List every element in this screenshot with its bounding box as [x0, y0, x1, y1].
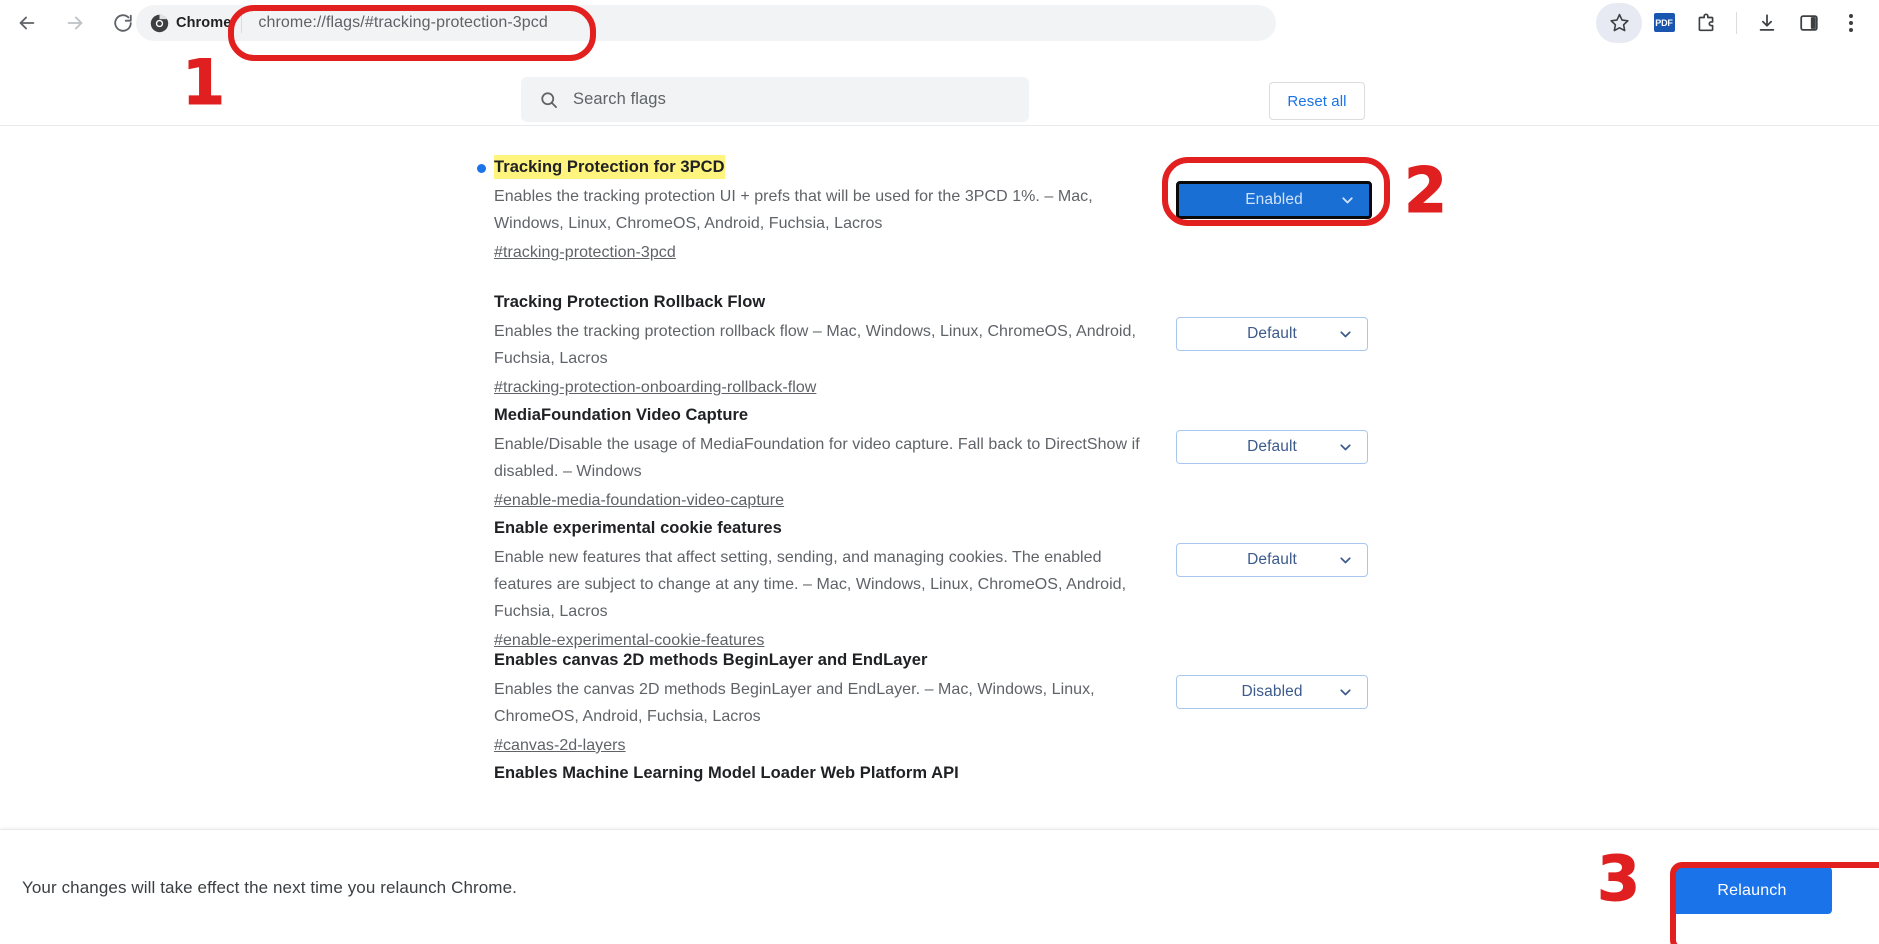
reload-icon	[114, 13, 132, 32]
chevron-down-icon	[1337, 552, 1354, 569]
toolbar-right-icons: PDF	[1596, 0, 1871, 45]
chevron-down-icon	[1337, 684, 1354, 701]
navigation-buttons	[6, 2, 144, 44]
search-flags-input[interactable]: Search flags	[521, 77, 1029, 122]
flag-title: Enable experimental cookie features	[494, 519, 782, 537]
search-icon	[539, 90, 559, 110]
forward-button[interactable]	[54, 2, 96, 44]
chrome-logo-icon	[150, 14, 169, 33]
flag-description: Enables the canvas 2D methods BeginLayer…	[494, 681, 1095, 725]
flag-select-value: Disabled	[1241, 683, 1303, 700]
flag-select-media-foundation-video-capture[interactable]: Default	[1176, 430, 1368, 464]
flag-select-tracking-protection-rollback[interactable]: Default	[1176, 317, 1368, 351]
flag-id-link[interactable]: #canvas-2d-layers	[494, 733, 626, 758]
flags-search-row: Search flags Reset all	[0, 61, 1879, 122]
flag-row: Enables canvas 2D methods BeginLayer and…	[0, 648, 1879, 758]
flag-text-block: Tracking Protection Rollback Flow Enable…	[494, 290, 1154, 400]
flag-description: Enable/Disable the usage of MediaFoundat…	[494, 436, 1140, 480]
flag-text-block: Enables Machine Learning Model Loader We…	[494, 761, 1154, 785]
header-divider	[0, 125, 1879, 126]
downloads-icon	[1759, 13, 1775, 31]
flag-select-tracking-protection-3pcd[interactable]: Enabled	[1176, 181, 1372, 219]
extensions-puzzle-icon	[1698, 12, 1714, 31]
flag-title: MediaFoundation Video Capture	[494, 406, 749, 424]
flag-description: Enable new features that affect setting,…	[494, 549, 1127, 620]
flag-select-canvas-2d-layers[interactable]: Disabled	[1176, 675, 1368, 709]
downloads-button[interactable]	[1747, 3, 1787, 43]
toolbar-divider	[1736, 11, 1737, 34]
pdf-icon: PDF	[1653, 13, 1675, 32]
bookmark-star-button[interactable]	[1596, 2, 1642, 43]
relaunch-bar: Your changes will take effect the next t…	[0, 829, 1879, 944]
relaunch-button[interactable]: Relaunch	[1672, 867, 1832, 914]
back-button[interactable]	[6, 2, 48, 44]
flag-row: MediaFoundation Video Capture Enable/Dis…	[0, 403, 1879, 513]
flag-row: Tracking Protection for 3PCD Enables the…	[0, 155, 1879, 265]
arrow-right-icon	[67, 16, 83, 29]
omnibox-chip-label: Chrome	[176, 15, 232, 31]
flag-title: Enables Machine Learning Model Loader We…	[494, 764, 959, 782]
browser-toolbar: Chrome chrome://flags/#tracking-protecti…	[0, 0, 1879, 45]
chrome-flags-page: Search flags Reset all Tracking Protecti…	[0, 45, 1879, 944]
flag-select-value: Default	[1247, 325, 1297, 342]
chevron-down-icon	[1339, 192, 1356, 209]
side-panel-icon	[1800, 14, 1818, 31]
omnibox-site-chip[interactable]: Chrome	[136, 5, 241, 41]
flag-row: Enables Machine Learning Model Loader We…	[0, 761, 1879, 785]
flag-id-link[interactable]: #tracking-protection-3pcd	[494, 240, 676, 265]
flag-title: Tracking Protection for 3PCD	[494, 155, 725, 179]
flag-description: Enables the tracking protection rollback…	[494, 323, 1136, 367]
flag-select-value: Default	[1247, 438, 1297, 455]
chevron-down-icon	[1337, 326, 1354, 343]
more-menu-button[interactable]	[1831, 3, 1871, 43]
flag-modified-dot-icon	[477, 164, 486, 173]
flag-text-block: Tracking Protection for 3PCD Enables the…	[477, 155, 1154, 265]
flag-select-value: Default	[1247, 551, 1297, 568]
more-menu-icon	[1849, 13, 1853, 32]
flag-title: Enables canvas 2D methods BeginLayer and…	[494, 651, 928, 669]
flag-id-link[interactable]: #enable-media-foundation-video-capture	[494, 488, 784, 513]
flag-description: Enables the tracking protection UI + pre…	[494, 188, 1093, 232]
search-flags-placeholder: Search flags	[573, 90, 666, 108]
flag-title: Tracking Protection Rollback Flow	[494, 293, 766, 311]
reset-all-button[interactable]: Reset all	[1269, 82, 1365, 120]
flag-select-value: Enabled	[1245, 191, 1303, 208]
flag-text-block: MediaFoundation Video Capture Enable/Dis…	[494, 403, 1154, 513]
address-bar[interactable]: Chrome chrome://flags/#tracking-protecti…	[136, 5, 1276, 41]
flag-text-block: Enables canvas 2D methods BeginLayer and…	[494, 648, 1154, 758]
arrow-left-icon	[19, 16, 35, 29]
star-icon	[1609, 13, 1629, 32]
extensions-button[interactable]	[1686, 3, 1726, 43]
flag-row: Enable experimental cookie features Enab…	[0, 516, 1879, 653]
side-panel-button[interactable]	[1789, 3, 1829, 43]
chevron-down-icon	[1337, 439, 1354, 456]
omnibox-url-text[interactable]: chrome://flags/#tracking-protection-3pcd	[242, 14, 547, 32]
flag-id-link[interactable]: #tracking-protection-onboarding-rollback…	[494, 375, 816, 400]
relaunch-message: Your changes will take effect the next t…	[22, 878, 517, 897]
flag-row: Tracking Protection Rollback Flow Enable…	[0, 290, 1879, 400]
flags-list: Tracking Protection for 3PCD Enables the…	[0, 127, 1879, 867]
flag-text-block: Enable experimental cookie features Enab…	[494, 516, 1154, 653]
flag-select-experimental-cookie-features[interactable]: Default	[1176, 543, 1368, 577]
pdf-viewer-button[interactable]: PDF	[1644, 3, 1684, 43]
